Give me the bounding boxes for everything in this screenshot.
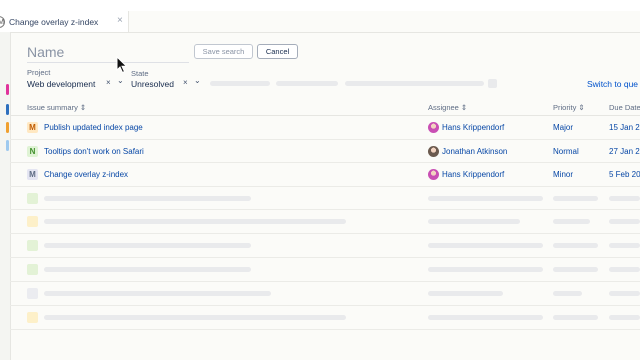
skeleton-text <box>44 196 251 201</box>
filter-placeholder-square <box>488 79 497 88</box>
filter-project-value[interactable]: Web development <box>27 79 95 89</box>
priority-normal-icon: N <box>27 146 38 157</box>
mouse-cursor-icon <box>116 56 128 74</box>
filter-project-label: Project <box>27 68 51 77</box>
tab-favicon-icon: M <box>0 15 5 28</box>
assignee-name[interactable]: Hans Krippendorf <box>442 170 504 179</box>
due-date-value: 15 Jan 20 <box>609 123 640 132</box>
left-rail <box>0 32 11 360</box>
filter-project-chevron-down-icon[interactable]: ⌄ <box>117 76 124 85</box>
top-bar <box>0 0 640 11</box>
skeleton-text <box>428 267 543 272</box>
row-divider <box>10 305 640 306</box>
filter-placeholder <box>276 81 338 86</box>
skeleton-icon <box>27 240 38 251</box>
filter-state-chevron-down-icon[interactable]: ⌄ <box>194 76 201 85</box>
row-divider <box>10 139 640 140</box>
filter-project-clear-icon[interactable]: × <box>106 78 111 87</box>
skeleton-text <box>609 315 640 320</box>
skeleton-icon <box>27 312 38 323</box>
priority-minor-icon: M <box>27 169 38 180</box>
skeleton-text <box>428 291 503 296</box>
issue-summary-link[interactable]: Publish updated index page <box>44 123 143 132</box>
rail-marker <box>6 104 9 115</box>
skeleton-text <box>553 196 598 201</box>
column-header-assignee[interactable]: Assignee ⇕ <box>428 103 467 112</box>
skeleton-icon <box>27 288 38 299</box>
skeleton-text <box>44 291 271 296</box>
row-divider <box>10 233 640 234</box>
assignee-name[interactable]: Hans Krippendorf <box>442 123 504 132</box>
skeleton-text <box>428 196 543 201</box>
skeleton-icon <box>27 193 38 204</box>
skeleton-text <box>553 243 598 248</box>
priority-value[interactable]: Minor <box>553 170 573 179</box>
due-date-value: 27 Jan 20 <box>609 147 640 156</box>
skeleton-text <box>428 243 543 248</box>
tab-close-icon[interactable]: × <box>117 14 123 28</box>
cancel-button[interactable]: Cancel <box>257 44 298 59</box>
row-divider <box>10 329 640 330</box>
rail-marker <box>6 84 9 95</box>
row-divider <box>10 186 640 187</box>
skeleton-text <box>609 196 640 201</box>
skeleton-text <box>609 243 640 248</box>
filter-state-value[interactable]: Unresolved <box>131 79 174 89</box>
row-divider <box>10 209 640 210</box>
save-search-button[interactable]: Save search <box>194 44 253 59</box>
skeleton-text <box>44 219 346 224</box>
table-header-divider <box>10 115 640 116</box>
priority-major-icon: M <box>27 122 38 133</box>
filter-placeholder <box>345 81 484 86</box>
avatar <box>428 146 439 157</box>
row-divider <box>10 281 640 282</box>
skeleton-text <box>553 267 598 272</box>
skeleton-text <box>44 267 251 272</box>
filter-placeholder <box>210 81 270 86</box>
switch-to-query-link[interactable]: Switch to que <box>587 79 638 89</box>
priority-value[interactable]: Normal <box>553 147 579 156</box>
column-header-priority[interactable]: Priority ⇕ <box>553 103 585 112</box>
due-date-value: 5 Feb 20 <box>609 170 640 179</box>
assignee-name[interactable]: Jonathan Atkinson <box>442 147 507 156</box>
skeleton-text <box>553 315 598 320</box>
filter-state-clear-icon[interactable]: × <box>183 78 188 87</box>
tab-title: Change overlay z-index <box>9 16 99 27</box>
skeleton-text <box>44 243 251 248</box>
tab-active[interactable]: M Change overlay z-index × <box>0 11 129 32</box>
skeleton-text <box>428 219 520 224</box>
skeleton-text <box>609 267 640 272</box>
issue-summary-link[interactable]: Tooltips don't work on Safari <box>44 147 144 156</box>
rail-marker <box>6 122 9 133</box>
skeleton-text <box>609 219 640 224</box>
skeleton-icon <box>27 264 38 275</box>
column-header-issue-summary[interactable]: Issue summary ⇕ <box>27 103 86 112</box>
filter-state-label: State <box>131 69 149 78</box>
search-name-input[interactable] <box>27 42 189 63</box>
avatar <box>428 169 439 180</box>
column-header-due-date[interactable]: Due Date <box>609 103 640 112</box>
skeleton-text <box>44 315 346 320</box>
priority-value[interactable]: Major <box>553 123 573 132</box>
issue-summary-link[interactable]: Change overlay z-index <box>44 170 128 179</box>
skeleton-text <box>553 291 582 296</box>
skeleton-icon <box>27 216 38 227</box>
skeleton-text <box>609 291 640 296</box>
skeleton-text <box>553 219 590 224</box>
rail-marker <box>6 140 9 151</box>
avatar <box>428 122 439 133</box>
row-divider <box>10 162 640 163</box>
row-divider <box>10 257 640 258</box>
skeleton-text <box>428 315 543 320</box>
